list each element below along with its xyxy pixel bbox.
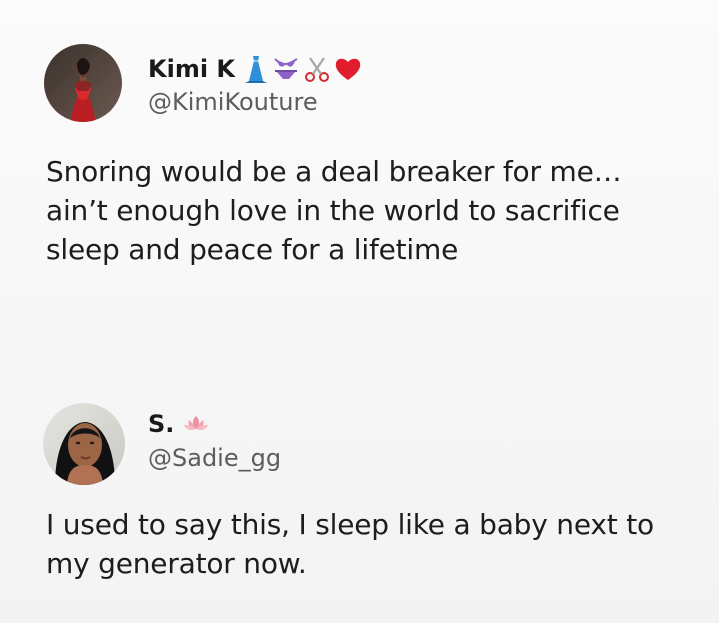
avatar-image (44, 44, 122, 122)
tweet-text: Snoring would be a deal breaker for me… … (46, 155, 622, 266)
social-post-screenshot: Kimi K @KimiKouture Snoring would be a d… (0, 0, 719, 623)
display-name-row: S. (148, 409, 210, 439)
bikini-icon (272, 54, 300, 84)
user-handle[interactable]: @Sadie_gg (148, 443, 281, 473)
avatar[interactable] (44, 44, 122, 122)
dress-icon (243, 54, 269, 84)
display-name-row: Kimi K (148, 54, 362, 84)
name-emojis (182, 412, 210, 436)
name-emojis (243, 54, 362, 84)
display-name[interactable]: Kimi K (148, 54, 235, 84)
scissors-icon (303, 54, 331, 84)
user-handle[interactable]: @KimiKouture (148, 87, 318, 117)
tweet-text: I used to say this, I sleep like a baby … (46, 508, 654, 580)
lotus-icon (182, 412, 210, 436)
display-name[interactable]: S. (148, 409, 174, 439)
avatar[interactable] (43, 403, 125, 485)
avatar-image (43, 403, 125, 485)
red-heart-icon (334, 56, 362, 82)
